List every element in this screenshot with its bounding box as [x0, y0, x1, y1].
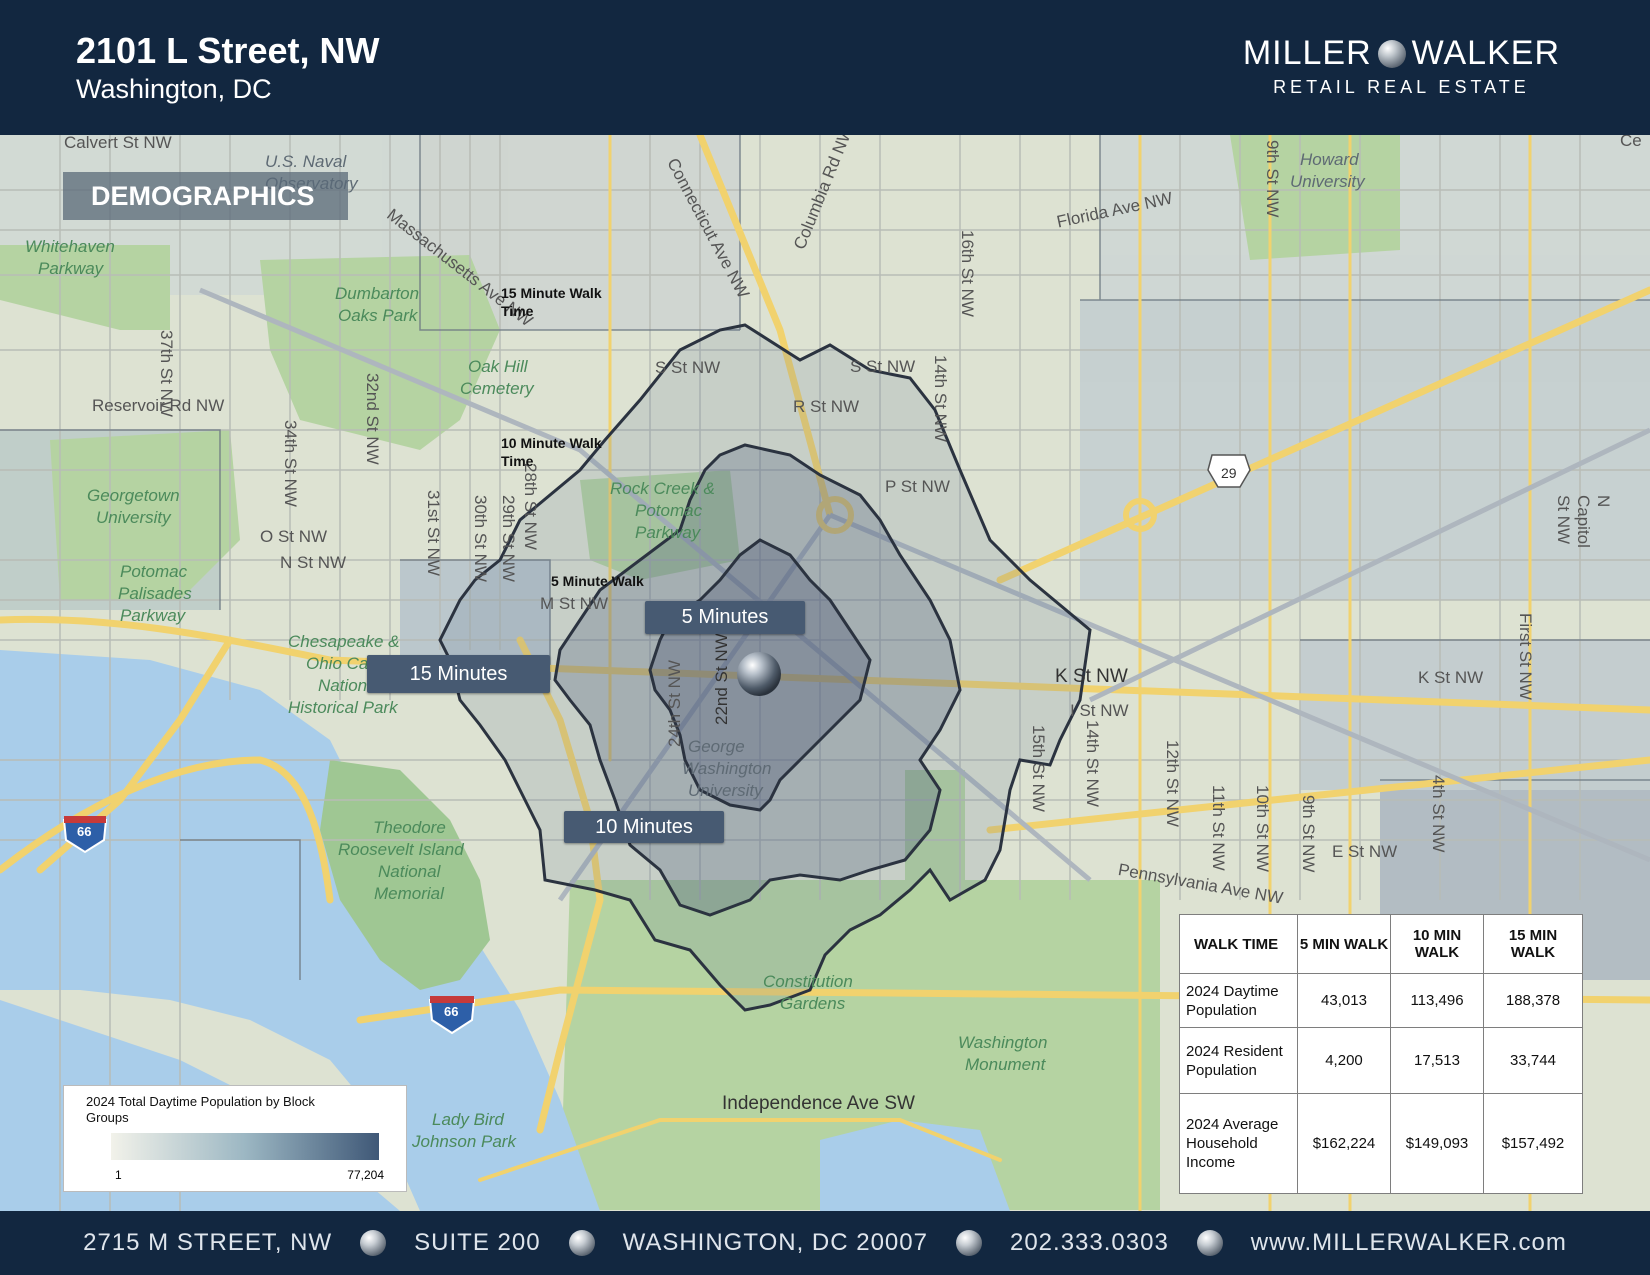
table-header: WALK TIME	[1179, 914, 1298, 974]
legend-title: 2024 Total Daytime Population by Block G…	[86, 1094, 315, 1125]
table-cell: 4,200	[1297, 1027, 1391, 1094]
footer-bullet-icon	[360, 1230, 387, 1256]
table-row: 2024 Average Household Income $162,224 $…	[1179, 1093, 1583, 1194]
table-row-label: 2024 Resident Population	[1179, 1027, 1298, 1094]
legend-max: 77,204	[347, 1168, 384, 1182]
table-cell: 17,513	[1390, 1027, 1484, 1094]
table-header: 10 MIN WALK	[1390, 914, 1484, 974]
table-cell: 33,744	[1483, 1027, 1583, 1094]
demographics-table: WALK TIME 5 MIN WALK 10 MIN WALK 15 MIN …	[1179, 914, 1583, 1194]
annotation-15-min: 15 Minute Walk Time	[501, 284, 602, 320]
annotation-10-min: 10 Minute Walk Time	[501, 434, 602, 470]
logo-ball-icon	[1377, 39, 1406, 68]
table-row: 2024 Daytime Population 43,013 113,496 1…	[1179, 973, 1583, 1028]
table-header-row: WALK TIME 5 MIN WALK 10 MIN WALK 15 MIN …	[1179, 914, 1583, 974]
footer-street: 2715 M STREET, NW	[83, 1229, 333, 1256]
annotation-5-min: 5 Minute Walk	[551, 573, 644, 589]
logo-brand-right: WALKER	[1411, 34, 1560, 72]
logo-brand-left: MILLER	[1242, 34, 1372, 72]
footer-bullet-icon	[955, 1230, 982, 1256]
logo-tagline: RETAIL REAL ESTATE	[1273, 77, 1530, 97]
table-cell: 188,378	[1483, 973, 1583, 1028]
walk-label-10[interactable]: 10 Minutes	[564, 811, 724, 843]
footer-website-link[interactable]: www.MILLERWALKER.com	[1251, 1229, 1567, 1257]
footer-bullet-icon	[1196, 1230, 1223, 1256]
footer-phone[interactable]: 202.333.0303	[1010, 1229, 1169, 1257]
map-legend: 2024 Total Daytime Population by Block G…	[63, 1085, 407, 1192]
table-cell: 43,013	[1297, 973, 1391, 1028]
table-cell: $149,093	[1390, 1093, 1484, 1194]
annotation-15-min-line1: 15 Minute Walk	[501, 285, 602, 301]
footer-suite: SUITE 200	[414, 1229, 541, 1256]
annotation-15-min-line2: Time	[501, 303, 534, 319]
section-tag: DEMOGRAPHICS	[63, 172, 348, 220]
table-header: 15 MIN WALK	[1483, 914, 1583, 974]
table-cell: $162,224	[1297, 1093, 1391, 1194]
property-address: 2101 L Street, NW	[76, 30, 380, 71]
property-city: Washington, DC	[76, 74, 272, 104]
table-row-label: 2024 Average Household Income	[1179, 1093, 1298, 1194]
header-banner: 2101 L Street, NW Washington, DC MILLER …	[0, 0, 1650, 135]
table-cell: 113,496	[1390, 973, 1484, 1028]
walk-label-15[interactable]: 15 Minutes	[367, 655, 550, 693]
property-marker-icon[interactable]	[737, 652, 781, 696]
table-row: 2024 Resident Population 4,200 17,513 33…	[1179, 1027, 1583, 1094]
footer-bullet-icon	[568, 1230, 595, 1256]
annotation-10-min-line2: Time	[501, 453, 534, 469]
company-logo: MILLER WALKER RETAIL REAL ESTATE	[1243, 34, 1560, 98]
table-header: 5 MIN WALK	[1297, 914, 1391, 974]
table-row-label: 2024 Daytime Population	[1179, 973, 1298, 1028]
legend-color-bar	[111, 1133, 379, 1160]
legend-min: 1	[115, 1168, 122, 1182]
footer-city: WASHINGTON, DC 20007	[622, 1229, 928, 1256]
footer-bar: 2715 M STREET, NW SUITE 200 WASHINGTON, …	[0, 1211, 1650, 1275]
table-cell: $157,492	[1483, 1093, 1583, 1194]
annotation-10-min-line1: 10 Minute Walk	[501, 435, 602, 451]
walk-label-5[interactable]: 5 Minutes	[645, 601, 805, 634]
